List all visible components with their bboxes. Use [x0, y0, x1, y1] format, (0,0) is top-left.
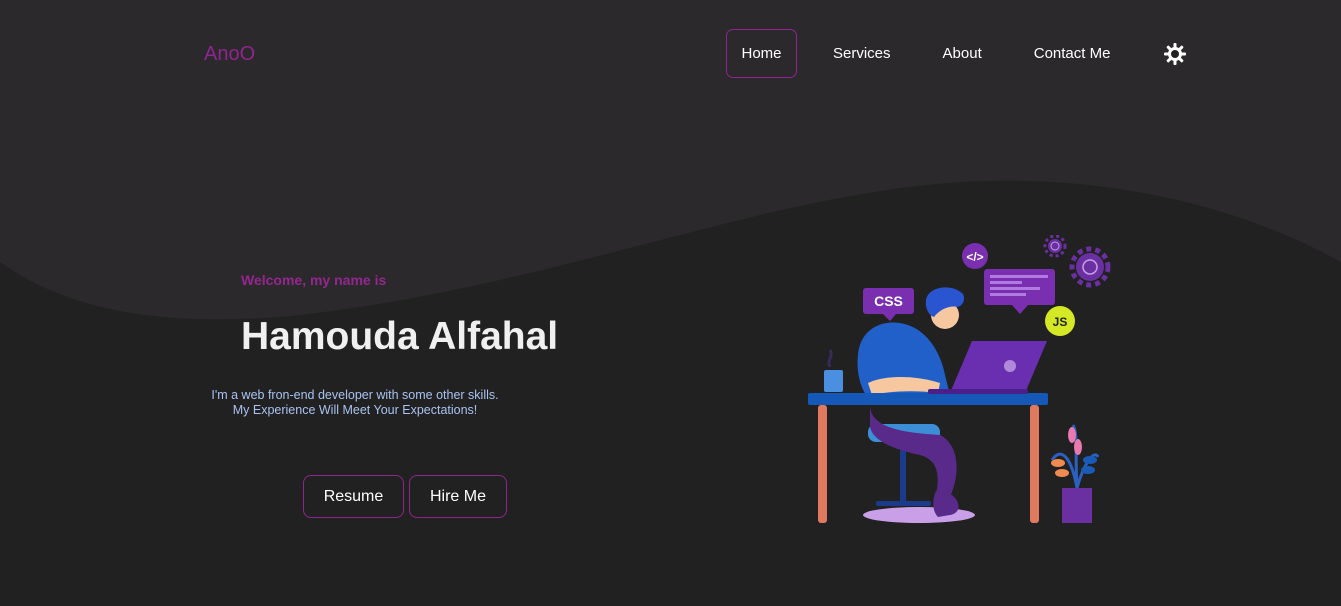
nav-link-contact[interactable]: Contact Me	[1033, 30, 1112, 76]
nav-link-services[interactable]: Services	[832, 30, 892, 76]
description-line-2: My Experience Will Meet Your Expectation…	[232, 403, 478, 417]
nav-links: Home Services About Contact Me	[726, 28, 1112, 78]
nav-link-home[interactable]: Home	[726, 28, 797, 78]
gear-icon	[1043, 235, 1067, 258]
hero-name: Hamouda Alfahal	[241, 315, 559, 358]
theme-toggle-button[interactable]	[1163, 42, 1187, 66]
hire-me-button[interactable]: Hire Me	[409, 475, 507, 518]
greeting-text: Welcome, my name is	[241, 272, 387, 288]
resume-button[interactable]: Resume	[303, 475, 404, 518]
hero-description: I'm a web fron-end developer with some o…	[200, 388, 510, 418]
description-line-1: I'm a web fron-end developer with some o…	[211, 388, 499, 402]
nav-link-about[interactable]: About	[942, 30, 983, 76]
css-badge-text: CSS	[874, 293, 903, 309]
js-badge-text: JS	[1053, 315, 1068, 329]
code-icon-text: </>	[966, 250, 983, 264]
developer-illustration: CSS </> JS	[808, 235, 1111, 523]
navbar: AnoO Home Services About Contact Me	[0, 0, 1341, 106]
sun-icon	[1164, 43, 1186, 65]
logo[interactable]: AnoO	[204, 42, 255, 66]
gear-icon	[1069, 246, 1111, 288]
